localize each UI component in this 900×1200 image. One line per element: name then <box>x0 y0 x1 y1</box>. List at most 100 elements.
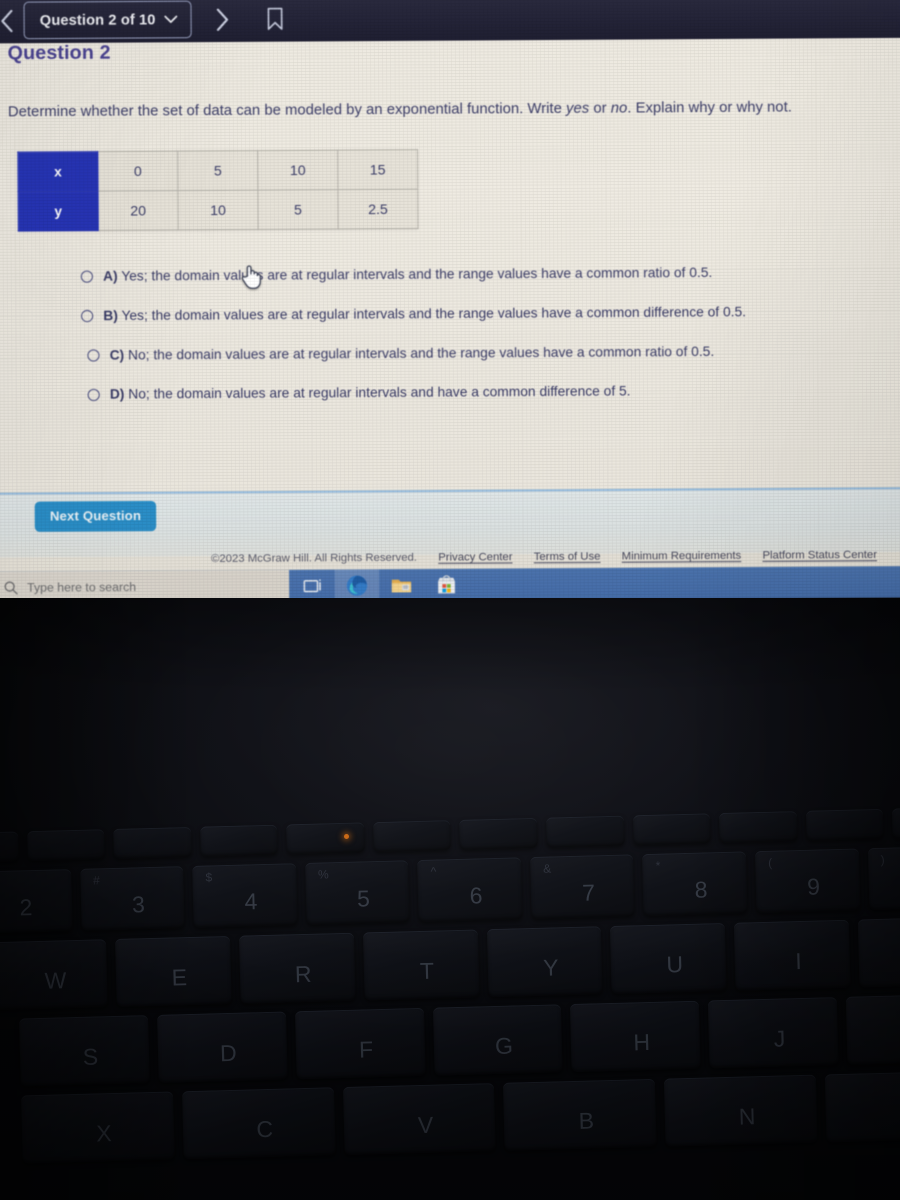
key-4: $4 <box>192 863 298 928</box>
platform-status-center-link[interactable]: Platform Status Center <box>762 549 877 562</box>
key-7: & 7 <box>529 854 635 920</box>
answer-option-a[interactable]: A) Yes; the domain values are at regular… <box>80 263 900 308</box>
radio-button-b[interactable] <box>81 309 94 323</box>
key-x: X <box>21 1091 175 1164</box>
table-cell-x2: 10 <box>257 150 338 191</box>
key-c: C <box>181 1087 336 1160</box>
answer-option-b-letter: B) <box>103 307 118 324</box>
laptop-keyboard: @2#3$4%5^6&7*8(9)0 WERTYUIO SDFGHJK XCVB… <box>0 806 900 1175</box>
bookmark-button[interactable] <box>253 0 298 39</box>
key-r: R <box>238 932 356 1004</box>
microsoft-store-button[interactable] <box>424 569 469 602</box>
key-0: )0 <box>867 845 900 911</box>
key-blank <box>113 826 192 859</box>
table-row-x: x 0 5 10 15 <box>17 149 418 192</box>
key-w: W <box>0 939 108 1011</box>
answer-option-a-label: A) Yes; the domain values are at regular… <box>103 265 712 284</box>
next-question-button[interactable]: Next Question <box>34 500 157 532</box>
key-blank <box>26 829 106 862</box>
answer-options: A) Yes; the domain values are at regular… <box>0 263 900 427</box>
search-icon <box>4 581 18 595</box>
question-prompt-part1: Determine whether the set of data can be… <box>7 100 567 121</box>
key-9: (9 <box>754 848 861 914</box>
radio-button-a[interactable] <box>80 270 94 283</box>
answer-option-c-text: No; the domain values are at regular int… <box>128 343 715 363</box>
key-o: O <box>857 916 900 988</box>
key-blank <box>199 824 279 857</box>
key-n: N <box>664 1074 818 1147</box>
key-h: H <box>570 1000 701 1073</box>
table-cell-x1: 5 <box>177 150 258 191</box>
key-blank <box>372 820 452 853</box>
key-g: G <box>432 1004 564 1076</box>
copyright-text: ©2023 McGraw Hill. All Rights Reserved. <box>211 551 418 566</box>
page-title: Question 2 <box>7 41 111 65</box>
key-blank <box>632 813 711 846</box>
chevron-down-icon <box>164 15 178 23</box>
key-blank <box>459 817 538 850</box>
answer-option-c-label: C) No; the domain values are at regular … <box>110 344 715 363</box>
file-explorer-button[interactable] <box>379 569 424 602</box>
question-selector-label: Question 2 of 10 <box>39 11 156 29</box>
terms-of-use-link[interactable]: Terms of Use <box>534 551 601 564</box>
key-3: #3 <box>79 866 185 931</box>
answer-option-c-letter: C) <box>109 347 125 363</box>
photograph-of-laptop: Question 2 of 10 Question 2 Determine wh… <box>0 0 900 1200</box>
chevron-right-icon <box>216 8 228 31</box>
answer-option-d-text: No; the domain values are at regular int… <box>128 383 631 402</box>
answer-option-d[interactable]: D) No; the domain values are at regular … <box>87 382 900 427</box>
pointing-hand-cursor-icon <box>241 265 261 289</box>
keyboard-row-home: SDFGHJK <box>0 993 900 1088</box>
question-prompt-em-yes: yes <box>566 100 590 117</box>
key-m: M <box>824 1070 900 1143</box>
task-view-icon <box>303 578 321 592</box>
radio-button-d[interactable] <box>87 388 100 402</box>
answer-option-a-letter: A) <box>103 268 118 284</box>
key-y: Y <box>486 926 603 998</box>
key-blank <box>286 822 365 855</box>
laptop-screen: Question 2 of 10 Question 2 Determine wh… <box>0 0 900 612</box>
key-i: I <box>734 919 851 991</box>
answer-option-b-text: Yes; the domain values are at regular in… <box>121 303 747 323</box>
key-d: D <box>156 1011 288 1083</box>
key-blank <box>892 806 900 839</box>
table-cell-y2: 5 <box>257 189 339 230</box>
data-table: x 0 5 10 15 y 20 10 5 2.5 <box>17 149 419 231</box>
answer-option-d-label: D) No; the domain values are at regular … <box>110 384 631 402</box>
key-blank <box>805 808 884 841</box>
key-t: T <box>362 929 480 1001</box>
laptop-deck: @2#3$4%5^6&7*8(9)0 WERTYUIO SDFGHJK XCVB… <box>0 598 900 1200</box>
key-2: @2 <box>0 869 73 934</box>
microsoft-store-icon <box>437 574 455 593</box>
key-b: B <box>503 1078 657 1151</box>
minimum-requirements-link[interactable]: Minimum Requirements <box>622 550 742 563</box>
key-v: V <box>342 1083 497 1156</box>
table-row-y: y 20 10 5 2.5 <box>18 189 419 231</box>
next-question-arrow[interactable] <box>200 0 245 40</box>
key-e: E <box>114 935 232 1007</box>
key-u: U <box>610 922 727 994</box>
question-selector-dropdown[interactable]: Question 2 of 10 <box>23 0 193 40</box>
answer-option-b-label: B) Yes; the domain values are at regular… <box>103 304 746 323</box>
back-button[interactable] <box>0 0 24 41</box>
answer-option-a-text: Yes; the domain values are at regular in… <box>121 264 713 284</box>
keyboard-row-qwerty: WERTYUIO <box>0 916 900 1011</box>
quiz-navbar: Question 2 of 10 <box>0 0 900 44</box>
privacy-center-link[interactable]: Privacy Center <box>438 551 512 564</box>
file-explorer-icon <box>391 579 412 593</box>
key-8: * 8 <box>642 851 748 917</box>
answer-option-c[interactable]: C) No; the domain values are at regular … <box>87 342 900 387</box>
key-s: S <box>19 1015 150 1087</box>
table-cell-x3: 15 <box>337 149 418 190</box>
radio-button-c[interactable] <box>87 349 100 362</box>
taskbar-search-placeholder: Type here to search <box>27 579 137 595</box>
power-indicator-led <box>344 834 349 839</box>
key-j: J <box>708 997 839 1069</box>
keyboard-row-bottom: XCVBNM <box>0 1070 900 1165</box>
answer-option-d-letter: D) <box>109 386 125 402</box>
table-cell-x0: 0 <box>97 151 178 192</box>
question-prompt-part3: . Explain why or why not. <box>627 99 792 117</box>
answer-option-b[interactable]: B) Yes; the domain values are at regular… <box>81 303 900 348</box>
bookmark-icon <box>267 7 283 30</box>
question-prompt-part2: or <box>589 100 611 117</box>
